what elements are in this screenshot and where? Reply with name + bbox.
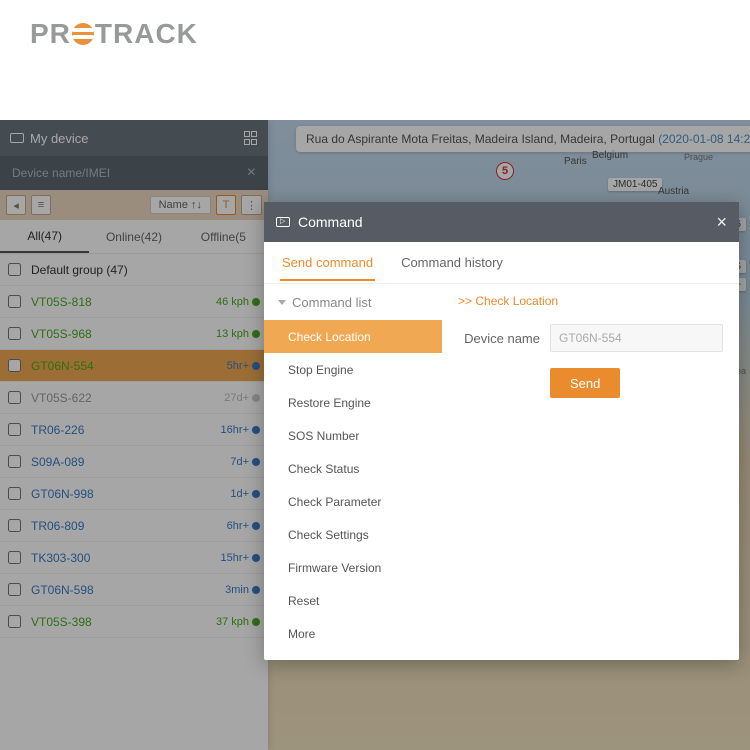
command-breadcrumb: >> Check Location: [458, 294, 723, 308]
tab-send-command[interactable]: Send command: [282, 245, 373, 280]
command-item[interactable]: More: [264, 617, 442, 650]
command-item[interactable]: Reset: [264, 584, 442, 617]
command-item[interactable]: Check Settings: [264, 518, 442, 551]
device-name-field: [550, 324, 723, 352]
modal-tabs: Send command Command history: [264, 242, 739, 284]
close-icon[interactable]: ×: [716, 212, 727, 233]
logo-o-icon: [72, 23, 94, 45]
command-item[interactable]: Restore Engine: [264, 386, 442, 419]
send-button[interactable]: Send: [550, 368, 620, 398]
modal-header: Command ×: [264, 202, 739, 242]
command-list-panel: Command list Check LocationStop EngineRe…: [264, 284, 442, 660]
command-modal: Command × Send command Command history C…: [264, 202, 739, 660]
brand-logo: PRTRACK: [0, 0, 750, 62]
command-list-title[interactable]: Command list: [264, 284, 442, 320]
command-item[interactable]: Check Location: [264, 320, 442, 353]
chevron-down-icon: [278, 300, 286, 305]
command-item[interactable]: Stop Engine: [264, 353, 442, 386]
tab-command-history[interactable]: Command history: [401, 245, 503, 280]
command-icon: [276, 217, 290, 227]
command-form: >> Check Location Device name Send: [442, 284, 739, 660]
command-item[interactable]: SOS Number: [264, 419, 442, 452]
command-item[interactable]: Firmware Version: [264, 551, 442, 584]
command-item[interactable]: Check Parameter: [264, 485, 442, 518]
command-item[interactable]: Check Status: [264, 452, 442, 485]
modal-title: Command: [298, 214, 363, 230]
device-name-label: Device name: [458, 331, 540, 346]
